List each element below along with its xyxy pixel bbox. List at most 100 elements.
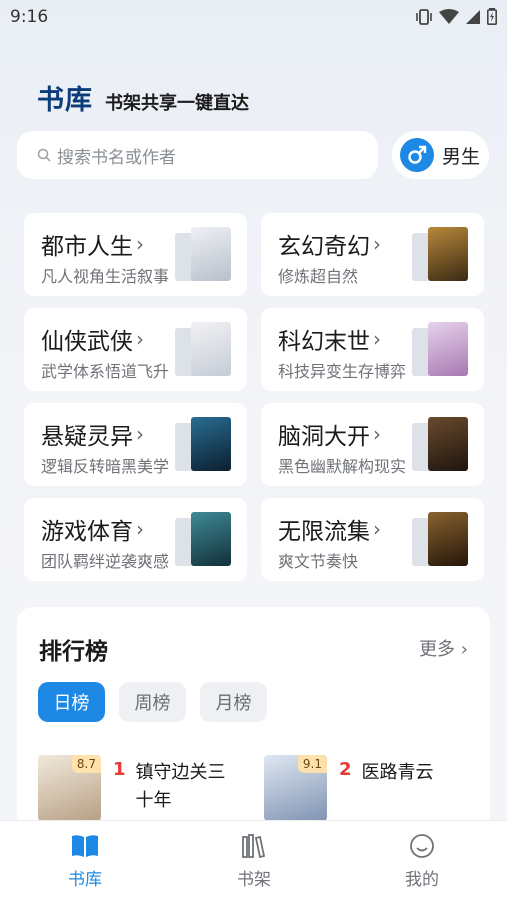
cover-stack [412, 417, 468, 473]
search-placeholder: 搜索书名或作者 [57, 147, 176, 168]
book-title: 医路青云 [361, 762, 434, 783]
status-bar: 9:16 [0, 0, 507, 34]
book-title: 镇守边关三十年 [135, 762, 226, 811]
category-desc: 爽文节奏快 [278, 552, 359, 571]
category-name: 脑洞大开 [278, 424, 370, 450]
category-desc: 团队羁绊逆袭爽感 [41, 552, 170, 571]
chevron-right-icon: › [136, 232, 144, 256]
nav-item-library[interactable]: 书库 [45, 833, 125, 890]
book-cover [191, 417, 231, 471]
cover-stack [412, 322, 468, 378]
chevron-right-icon: › [136, 422, 144, 446]
status-icons [415, 8, 497, 25]
category-name: 无限流集 [278, 519, 370, 545]
nav-item-bookshelf[interactable]: 书架 [214, 833, 294, 890]
chevron-right-icon: › [373, 327, 381, 351]
book-cover: 8.7 [38, 755, 101, 821]
gender-label: 男生 [442, 145, 481, 168]
category-desc: 科技异变生存博弈 [278, 362, 407, 381]
score-badge: 9.1 [297, 755, 327, 773]
category-desc: 黑色幽默解构现实 [278, 457, 407, 476]
tab-monthly[interactable]: 月榜 [200, 682, 267, 722]
category-title: 悬疑灵异 › [41, 417, 144, 451]
category-title: 无限流集 › [278, 512, 381, 546]
category-name: 仙侠武侠 [41, 329, 133, 355]
tab-daily[interactable]: 日榜 [38, 682, 105, 722]
battery-icon [487, 8, 497, 25]
book-cover [191, 322, 231, 376]
more-link[interactable]: 更多 › [419, 635, 468, 661]
gender-switch-button[interactable]: 男生 [392, 131, 489, 179]
chevron-right-icon: › [373, 422, 381, 446]
cover-stack [175, 512, 231, 568]
ranking-tabs: 日榜 周榜 月榜 [38, 682, 267, 722]
category-card[interactable]: 悬疑灵异 › 逻辑反转暗黑美学 [24, 403, 247, 486]
category-title: 游戏体育 › [41, 512, 144, 546]
book-open-icon [72, 835, 98, 857]
category-name: 悬疑灵异 [41, 424, 133, 450]
bookshelf-icon [242, 834, 266, 859]
category-card[interactable]: 玄幻奇幻 › 修炼超自然 [261, 213, 484, 296]
search-icon [37, 148, 51, 162]
rank-number: 2 [339, 759, 352, 780]
male-icon [400, 138, 434, 172]
category-name: 都市人生 [41, 234, 133, 260]
category-title: 玄幻奇幻 › [278, 227, 381, 261]
category-card[interactable]: 脑洞大开 › 黑色幽默解构现实 [261, 403, 484, 486]
cover-stack [175, 322, 231, 378]
category-card[interactable]: 科幻末世 › 科技异变生存博弈 [261, 308, 484, 391]
nav-label: 我的 [405, 870, 439, 890]
category-name: 科幻末世 [278, 329, 370, 355]
page-subtitle: 书架共享一键直达 [105, 93, 249, 114]
page-header: 书库 书架共享一键直达 [37, 78, 249, 117]
cover-stack [412, 512, 468, 568]
smile-icon [410, 834, 434, 858]
bottom-nav: 书库 书架 我的 [0, 820, 507, 903]
signal-icon [466, 9, 480, 24]
cover-stack [175, 417, 231, 473]
wifi-icon [439, 8, 459, 24]
vibrate-icon [416, 8, 432, 25]
ranking-item[interactable]: 9.1 2 医路青云 [264, 755, 462, 821]
chevron-right-icon: › [460, 639, 468, 660]
category-desc: 修炼超自然 [278, 267, 359, 286]
book-cover [428, 322, 468, 376]
nav-item-profile[interactable]: 我的 [382, 833, 462, 890]
tab-weekly[interactable]: 周榜 [119, 682, 186, 722]
status-time: 9:16 [10, 7, 49, 27]
category-title: 脑洞大开 › [278, 417, 381, 451]
book-cover [428, 417, 468, 471]
category-name: 游戏体育 [41, 519, 133, 545]
category-card[interactable]: 仙侠武侠 › 武学体系悟道飞升 [24, 308, 247, 391]
category-desc: 逻辑反转暗黑美学 [41, 457, 170, 476]
book-cover [428, 512, 468, 566]
category-title: 科幻末世 › [278, 322, 381, 356]
cover-stack [412, 227, 468, 283]
chevron-right-icon: › [136, 327, 144, 351]
book-cover [191, 512, 231, 566]
category-card[interactable]: 无限流集 › 爽文节奏快 [261, 498, 484, 581]
book-cover [428, 227, 468, 281]
category-title: 都市人生 › [41, 227, 144, 261]
category-desc: 武学体系悟道飞升 [41, 362, 170, 381]
cover-stack [175, 227, 231, 283]
nav-label: 书架 [237, 870, 271, 890]
rank-number: 1 [113, 759, 126, 780]
page-title: 书库 [37, 85, 93, 116]
category-title: 仙侠武侠 › [41, 322, 144, 356]
category-card[interactable]: 游戏体育 › 团队羁绊逆袭爽感 [24, 498, 247, 581]
score-badge: 8.7 [71, 755, 101, 773]
chevron-right-icon: › [136, 517, 144, 541]
chevron-right-icon: › [373, 232, 381, 256]
ranking-title: 排行榜 [39, 639, 108, 665]
category-desc: 凡人视角生活叙事 [41, 267, 170, 286]
nav-label: 书库 [68, 870, 102, 890]
book-cover [191, 227, 231, 281]
search-input[interactable]: 搜索书名或作者 [17, 131, 378, 179]
category-card[interactable]: 都市人生 › 凡人视角生活叙事 [24, 213, 247, 296]
category-grid: 都市人生 › 凡人视角生活叙事 玄幻奇幻 › 修炼超自然 仙侠武侠 › 武学体系悟道飞… [24, 213, 484, 581]
category-name: 玄幻奇幻 [278, 234, 370, 260]
ranking-item[interactable]: 8.7 1 镇守边关三十年 [38, 755, 236, 821]
book-cover: 9.1 [264, 755, 327, 821]
chevron-right-icon: › [373, 517, 381, 541]
